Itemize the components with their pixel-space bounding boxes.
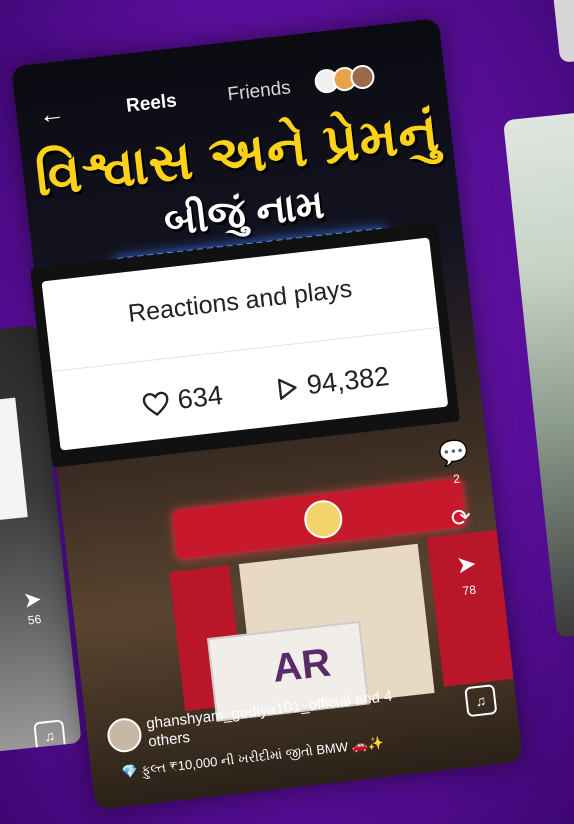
share-count: 78 <box>461 582 477 598</box>
left-card-share-count: 56 <box>27 612 42 628</box>
plays-stat[interactable]: 94,382 <box>273 360 391 405</box>
send-icon[interactable]: ➤ <box>445 548 488 581</box>
background-reel-card-right <box>503 112 574 638</box>
avatar[interactable] <box>105 716 144 755</box>
friends-avatar-stack[interactable] <box>313 63 376 95</box>
storefront-image: AR <box>113 477 514 722</box>
back-arrow-icon[interactable]: ← <box>37 97 66 130</box>
send-icon[interactable]: ➤ <box>11 585 53 615</box>
play-icon <box>277 378 297 400</box>
heart-icon <box>142 391 169 416</box>
reactions-popup-panel: Reactions and plays 634 94,382 <box>41 237 449 451</box>
comment-icon[interactable]: 💬 <box>432 437 475 470</box>
shop-sign-board <box>172 478 466 560</box>
music-icon[interactable]: ♫ <box>33 719 67 753</box>
repost-icon[interactable]: ⟳ <box>440 502 483 535</box>
comment-count: 2 <box>452 471 461 487</box>
tab-friends[interactable]: Friends <box>226 77 291 106</box>
plays-count: 94,382 <box>305 360 391 401</box>
popup-title: Reactions and plays <box>126 274 354 328</box>
likes-count: 634 <box>176 379 225 415</box>
music-icon[interactable]: ♫ <box>464 684 498 718</box>
shop-logo <box>302 498 345 541</box>
likes-stat[interactable]: 634 <box>140 380 224 420</box>
repost-count <box>443 534 483 539</box>
tab-reels[interactable]: Reels <box>125 90 178 118</box>
ar-board-text: AR <box>270 640 333 691</box>
left-card-actions: ➤ 56 <box>11 585 55 629</box>
background-reel-card-top <box>551 0 574 63</box>
left-card-white-panel <box>0 397 28 527</box>
